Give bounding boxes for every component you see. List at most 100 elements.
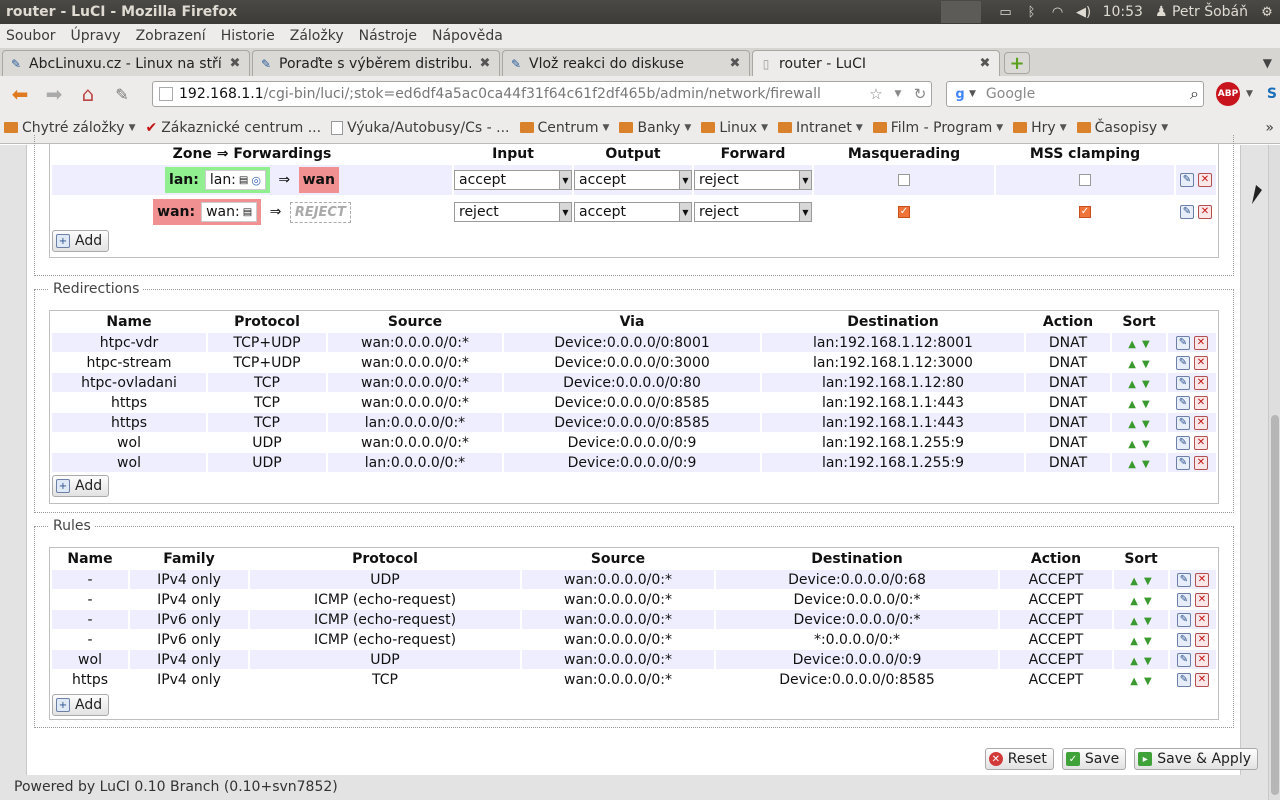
move-up-icon[interactable]: ▲ <box>1130 656 1138 667</box>
keyboard-indicator[interactable] <box>940 1 981 23</box>
move-down-icon[interactable]: ▼ <box>1142 339 1150 350</box>
menu-tools[interactable]: Nástroje <box>359 28 417 44</box>
site-identity-icon[interactable] <box>159 87 173 101</box>
bookmark-intranet[interactable]: Intranet ▼ <box>778 120 863 136</box>
menu-bookmarks[interactable]: Záložky <box>290 28 344 44</box>
delete-icon[interactable]: ✕ <box>1194 435 1208 450</box>
edit-icon[interactable]: ✎ <box>1177 572 1191 587</box>
move-down-icon[interactable]: ▼ <box>1144 636 1152 647</box>
forward-policy-select[interactable]: reject ▼ <box>694 170 812 190</box>
move-up-icon[interactable]: ▲ <box>1130 596 1138 607</box>
bookmark-vyuka[interactable]: Výuka/Autobusy/Cs - ... <box>331 120 510 136</box>
move-up-icon[interactable]: ▲ <box>1128 359 1136 370</box>
more-bookmarks-icon[interactable]: » <box>1265 120 1274 136</box>
delete-icon[interactable]: ✕ <box>1195 572 1209 587</box>
tab-distribution[interactable]: ✎ Poraďte s výběrem distribu... ✖ <box>252 50 500 76</box>
delete-icon[interactable]: ✕ <box>1198 173 1212 187</box>
delete-icon[interactable]: ✕ <box>1195 612 1209 627</box>
url-dropdown-icon[interactable]: ▼ <box>887 89 909 99</box>
edit-icon[interactable]: ✎ <box>1180 205 1194 219</box>
home-icon[interactable]: ⌂ <box>74 80 102 108</box>
delete-icon[interactable]: ✕ <box>1198 205 1212 219</box>
menu-help[interactable]: Nápověda <box>432 28 503 44</box>
bookmark-film[interactable]: Film - Program ▼ <box>872 120 1003 136</box>
bluetooth-icon[interactable]: ᛒ <box>1019 0 1045 24</box>
move-down-icon[interactable]: ▼ <box>1144 616 1152 627</box>
delete-icon[interactable]: ✕ <box>1194 355 1208 370</box>
move-up-icon[interactable]: ▲ <box>1128 339 1136 350</box>
menu-edit[interactable]: Úpravy <box>71 28 121 44</box>
masquerading-checkbox[interactable]: ✓ <box>898 206 910 218</box>
search-engine-dropdown-icon[interactable]: ▼ <box>969 89 976 99</box>
adblock-dropdown-icon[interactable]: ▼ <box>1246 89 1253 99</box>
output-policy-select[interactable]: accept ▼ <box>574 170 692 190</box>
save-button[interactable]: ✓ Save <box>1061 748 1127 770</box>
move-down-icon[interactable]: ▼ <box>1142 419 1150 430</box>
move-up-icon[interactable]: ▲ <box>1128 379 1136 390</box>
move-down-icon[interactable]: ▼ <box>1144 576 1152 587</box>
delete-icon[interactable]: ✕ <box>1194 415 1208 430</box>
move-up-icon[interactable]: ▲ <box>1128 419 1136 430</box>
skype-icon[interactable]: S <box>1267 86 1277 102</box>
masquerading-checkbox[interactable] <box>898 174 910 186</box>
edit-icon[interactable]: ✎ <box>1180 173 1194 187</box>
url-bar[interactable]: 192.168.1.1/cgi-bin/luci/;stok=ed6df4a5a… <box>152 81 932 107</box>
volume-icon[interactable]: ◀) <box>1071 0 1097 24</box>
move-down-icon[interactable]: ▼ <box>1142 379 1150 390</box>
search-input[interactable]: Google <box>986 86 1190 102</box>
edit-icon[interactable]: ✎ <box>1176 355 1190 370</box>
forward-icon[interactable]: ➡ <box>40 80 68 108</box>
close-tab-icon[interactable]: ✖ <box>227 56 243 71</box>
move-down-icon[interactable]: ▼ <box>1142 459 1150 470</box>
battery-icon[interactable]: ▭ <box>993 0 1019 24</box>
add-zone-button[interactable]: + Add <box>52 230 110 252</box>
move-up-icon[interactable]: ▲ <box>1130 636 1138 647</box>
edit-icon[interactable]: ✎ <box>1177 592 1191 607</box>
menu-history[interactable]: Historie <box>221 28 275 44</box>
edit-icon[interactable]: ✎ <box>1177 672 1191 687</box>
save-apply-button[interactable]: ▸ Save & Apply <box>1134 748 1258 770</box>
wifi-icon[interactable]: ◠ <box>1045 0 1071 24</box>
move-up-icon[interactable]: ▲ <box>1128 459 1136 470</box>
mss-clamping-checkbox[interactable]: ✓ <box>1079 206 1091 218</box>
bookmark-banky[interactable]: Banky ▼ <box>619 120 691 136</box>
zone-label-wan[interactable]: wan: wan: ▤ <box>153 199 262 225</box>
close-tab-icon[interactable]: ✖ <box>477 56 493 71</box>
bookmark-star-icon[interactable]: ☆ <box>865 85 887 103</box>
edit-icon[interactable]: ✎ <box>1176 335 1190 350</box>
move-up-icon[interactable]: ▲ <box>1128 439 1136 450</box>
tab-router-luci[interactable]: ▯ router - LuCI ✖ <box>752 50 1000 76</box>
forward-policy-select[interactable]: reject ▼ <box>694 202 812 222</box>
delete-icon[interactable]: ✕ <box>1195 652 1209 667</box>
menu-file[interactable]: Soubor <box>6 28 56 44</box>
close-tab-icon[interactable]: ✖ <box>727 56 743 71</box>
delete-icon[interactable]: ✕ <box>1194 455 1208 470</box>
bookmark-linux[interactable]: Linux ▼ <box>701 120 768 136</box>
edit-icon[interactable]: ✎ <box>1176 375 1190 390</box>
bookmark-centrum[interactable]: Centrum ▼ <box>519 120 609 136</box>
delete-icon[interactable]: ✕ <box>1195 632 1209 647</box>
bookmark-hry[interactable]: Hry ▼ <box>1013 120 1067 136</box>
close-tab-icon[interactable]: ✖ <box>977 56 993 71</box>
menu-view[interactable]: Zobrazení <box>136 28 206 44</box>
move-up-icon[interactable]: ▲ <box>1130 616 1138 627</box>
input-policy-select[interactable]: accept ▼ <box>454 170 572 190</box>
google-icon[interactable]: g <box>951 85 969 103</box>
output-policy-select[interactable]: accept ▼ <box>574 202 692 222</box>
edit-icon[interactable]: ✎ <box>1177 612 1191 627</box>
tab-abclinuxu[interactable]: ✎ AbcLinuxu.cz - Linux na stří... ✖ <box>2 50 250 76</box>
bookmark-customer-center[interactable]: ✔ Zákaznické centrum ... <box>145 120 321 136</box>
move-down-icon[interactable]: ▼ <box>1142 359 1150 370</box>
delete-icon[interactable]: ✕ <box>1195 672 1209 687</box>
search-bar[interactable]: g ▼ Google ⌕ <box>946 81 1204 107</box>
clock[interactable]: 10:53 <box>1097 4 1149 20</box>
move-up-icon[interactable]: ▲ <box>1128 399 1136 410</box>
input-policy-select[interactable]: reject ▼ <box>454 202 572 222</box>
reload-icon[interactable]: ↻ <box>909 85 931 103</box>
add-redirection-button[interactable]: + Add <box>52 475 110 497</box>
edit-icon[interactable]: ✎ <box>1176 415 1190 430</box>
edit-icon[interactable]: ✎ <box>1177 632 1191 647</box>
gear-icon[interactable]: ⚙ <box>1254 0 1280 24</box>
forward-target-wan[interactable]: wan <box>298 167 339 193</box>
back-icon[interactable]: ⬅ <box>6 80 34 108</box>
